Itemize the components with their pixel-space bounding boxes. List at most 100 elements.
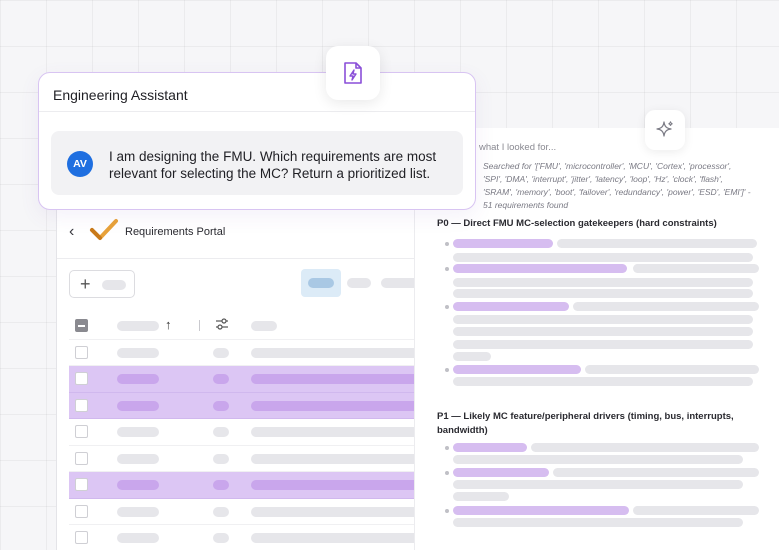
table-row[interactable] xyxy=(69,446,435,472)
cell-placeholder xyxy=(117,533,159,543)
requirements-table: ↑ xyxy=(69,313,435,550)
cell-placeholder xyxy=(213,347,229,358)
list-item-continuation xyxy=(415,377,779,389)
row-checkbox[interactable] xyxy=(75,398,88,412)
list-item xyxy=(415,239,779,251)
chevron-left-icon[interactable]: ‹ xyxy=(69,223,74,241)
cell-placeholder xyxy=(117,453,159,464)
list-item xyxy=(415,443,779,455)
plus-icon: + xyxy=(80,274,91,294)
divider xyxy=(39,111,475,112)
sliders-icon[interactable] xyxy=(215,318,229,330)
table-row[interactable] xyxy=(69,419,435,446)
bullet xyxy=(445,305,449,309)
table-row[interactable] xyxy=(69,525,435,550)
select-all-checkbox[interactable] xyxy=(75,319,88,332)
checkmark-logo-icon xyxy=(90,219,118,240)
row-checkbox[interactable] xyxy=(75,345,88,359)
sparkle-icon xyxy=(656,121,673,137)
text-placeholder xyxy=(453,480,743,489)
sparkle-badge xyxy=(645,110,685,150)
cell-placeholder xyxy=(251,374,435,384)
text-placeholder xyxy=(453,468,549,477)
row-checkbox[interactable] xyxy=(75,372,88,385)
text-placeholder xyxy=(453,506,629,515)
cell-placeholder xyxy=(117,400,159,411)
text-placeholder xyxy=(453,443,527,452)
text-placeholder xyxy=(557,239,757,248)
cell-placeholder xyxy=(251,427,435,437)
search-summary: Searched for '['FMU', 'microcontroller',… xyxy=(483,161,751,210)
row-checkbox[interactable] xyxy=(75,531,88,544)
text-placeholder xyxy=(453,264,627,273)
text-placeholder xyxy=(531,443,759,452)
engineering-assistant-card: Engineering Assistant AV I am designing … xyxy=(38,72,476,210)
message-text: I am designing the FMU. Which requiremen… xyxy=(109,149,437,181)
column-header-placeholder xyxy=(117,321,159,331)
p0-heading: P0 — Direct FMU MC-selection gatekeepers… xyxy=(437,218,717,229)
cell-placeholder xyxy=(117,480,159,490)
text-placeholder xyxy=(453,352,491,361)
list-item-continuation xyxy=(415,518,779,530)
toolbar-placeholder xyxy=(308,278,334,288)
toolbar-view-toggle-active[interactable] xyxy=(301,269,341,297)
bullet xyxy=(445,471,449,475)
arrow-up-icon[interactable]: ↑ xyxy=(165,317,172,332)
cell-placeholder xyxy=(213,453,229,464)
list-item xyxy=(415,365,779,377)
text-placeholder xyxy=(553,468,759,477)
list-item-continuation xyxy=(415,352,779,364)
text-placeholder xyxy=(633,506,759,515)
column-divider xyxy=(199,320,200,331)
toolbar-option-placeholder[interactable] xyxy=(347,278,371,288)
portal-title: Requirements Portal xyxy=(125,226,226,238)
table-header-row: ↑ xyxy=(69,313,435,340)
table-row[interactable] xyxy=(69,472,435,499)
cell-placeholder xyxy=(213,400,229,411)
column-header-placeholder xyxy=(251,321,277,331)
text-placeholder xyxy=(453,327,753,336)
list-item-continuation xyxy=(415,289,779,301)
cell-placeholder xyxy=(251,506,435,517)
row-checkbox[interactable] xyxy=(75,478,88,491)
text-placeholder xyxy=(453,278,753,287)
row-checkbox[interactable] xyxy=(75,451,88,465)
cell-placeholder xyxy=(213,427,229,437)
table-row[interactable] xyxy=(69,366,435,393)
cell-placeholder xyxy=(213,374,229,384)
text-placeholder xyxy=(633,264,759,273)
text-placeholder xyxy=(453,377,753,386)
list-item-continuation xyxy=(415,492,779,504)
list-item-continuation xyxy=(415,340,779,352)
text-placeholder xyxy=(585,365,759,374)
p1-heading: P1 — Likely MC feature/peripheral driver… xyxy=(437,411,734,436)
text-placeholder xyxy=(453,518,743,527)
requirements-portal-window: ‹ Requirements Portal + ↑ xyxy=(56,196,436,550)
text-placeholder xyxy=(453,492,509,501)
text-placeholder xyxy=(453,302,569,311)
list-item xyxy=(415,506,779,518)
add-button-label-placeholder xyxy=(102,280,126,290)
list-item-continuation xyxy=(415,455,779,467)
cell-placeholder xyxy=(117,506,159,517)
assistant-title: Engineering Assistant xyxy=(53,87,188,103)
bolt-file-icon xyxy=(344,62,362,84)
cell-placeholder xyxy=(117,347,159,358)
list-item-continuation xyxy=(415,327,779,339)
row-checkbox[interactable] xyxy=(75,425,88,438)
table-row[interactable] xyxy=(69,392,435,419)
list-item xyxy=(415,302,779,314)
text-placeholder xyxy=(453,455,743,464)
cell-placeholder xyxy=(213,506,229,517)
cell-placeholder xyxy=(117,374,159,384)
row-checkbox[interactable] xyxy=(75,504,88,518)
table-row[interactable] xyxy=(69,499,435,525)
text-placeholder xyxy=(453,365,581,374)
cell-placeholder xyxy=(117,427,159,437)
cell-placeholder xyxy=(251,533,435,543)
what-looked-for-label[interactable]: what I looked for... xyxy=(479,142,556,153)
bullet xyxy=(445,242,449,246)
add-button[interactable]: + xyxy=(69,270,135,298)
table-row[interactable] xyxy=(69,340,435,366)
bullet xyxy=(445,368,449,372)
